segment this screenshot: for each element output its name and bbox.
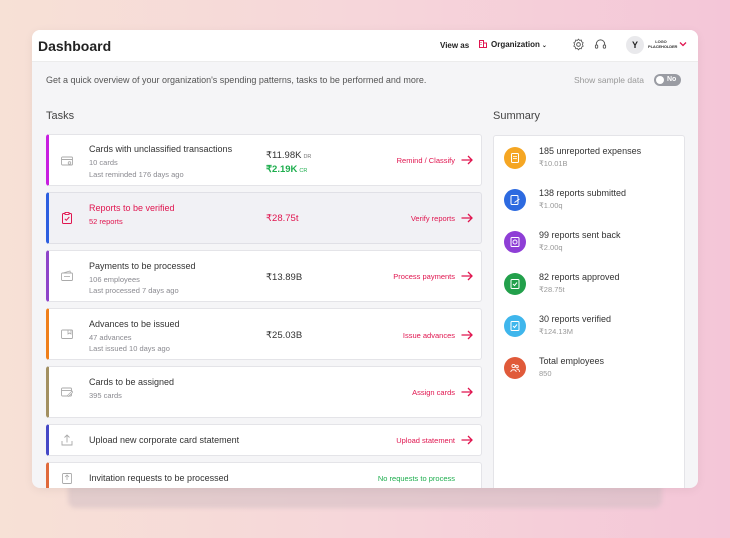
task-amount-credit-suffix: CR bbox=[299, 168, 308, 174]
task-last-activity: Last reminded 176 days ago bbox=[89, 170, 184, 179]
summary-reports-verified[interactable]: 30 reports verified ₹124.13M bbox=[504, 314, 684, 344]
headset-icon[interactable] bbox=[594, 38, 607, 51]
summary-value: ₹10.01B bbox=[539, 159, 568, 168]
task-count: 10 cards bbox=[89, 158, 118, 167]
summary-value: ₹124.13M bbox=[539, 327, 573, 336]
report-back-icon bbox=[504, 231, 526, 253]
summary-label: Total employees bbox=[539, 356, 605, 366]
organization-select[interactable]: Organization ⌄ bbox=[491, 40, 547, 49]
chevron-down-icon: ⌄ bbox=[541, 43, 547, 49]
logo: LOGO PLACEHOLDER bbox=[648, 39, 678, 51]
clipboard-check-icon bbox=[62, 212, 72, 224]
task-title: Cards to be assigned bbox=[89, 377, 175, 387]
summary-value: ₹2.00q bbox=[539, 243, 563, 252]
task-unclassified-transactions[interactable]: Cards with unclassified transactions 10 … bbox=[46, 134, 482, 186]
task-last-activity: Last processed 7 days ago bbox=[89, 286, 179, 295]
arrow-right-icon[interactable] bbox=[461, 435, 473, 445]
organization-icon bbox=[479, 40, 487, 48]
sample-data-label: Show sample data bbox=[574, 75, 644, 85]
remind-classify-link[interactable]: Remind / Classify bbox=[397, 156, 455, 165]
arrow-right-icon[interactable] bbox=[461, 387, 473, 397]
task-title: Advances to be issued bbox=[89, 319, 180, 329]
summary-title: Summary bbox=[493, 110, 541, 122]
wallet-icon bbox=[61, 270, 73, 281]
task-title: Reports to be verified bbox=[89, 203, 175, 213]
summary-unreported-expenses[interactable]: 185 unreported expenses ₹10.01B bbox=[504, 146, 684, 176]
gear-icon[interactable] bbox=[572, 38, 585, 51]
chevron-down-icon[interactable] bbox=[679, 40, 687, 48]
task-count: 47 advances bbox=[89, 333, 132, 342]
people-icon bbox=[504, 357, 526, 379]
summary-value: 850 bbox=[539, 369, 552, 378]
arrow-right-icon[interactable] bbox=[461, 155, 473, 165]
card-edit-icon bbox=[61, 387, 73, 397]
card-icon bbox=[61, 156, 73, 166]
task-count: 52 reports bbox=[89, 217, 123, 226]
assign-cards-link[interactable]: Assign cards bbox=[412, 388, 455, 397]
task-upload-card-statement[interactable]: Upload new corporate card statement Uplo… bbox=[46, 424, 482, 456]
avatar[interactable]: Y bbox=[626, 36, 644, 54]
task-title: Invitation requests to be processed bbox=[89, 473, 229, 483]
task-amount: ₹11.98K DR bbox=[266, 150, 311, 161]
arrow-right-icon[interactable] bbox=[461, 271, 473, 281]
summary-value: ₹28.75t bbox=[539, 285, 565, 294]
summary-label: 82 reports approved bbox=[539, 272, 620, 282]
task-count: 395 cards bbox=[89, 391, 122, 400]
task-reports-to-verify[interactable]: Reports to be verified 52 reports ₹28.75… bbox=[46, 192, 482, 244]
task-last-activity: Last issued 10 days ago bbox=[89, 344, 170, 353]
summary-reports-sent-back[interactable]: 99 reports sent back ₹2.00q bbox=[504, 230, 684, 260]
report-submit-icon bbox=[504, 189, 526, 211]
task-amount-suffix: DR bbox=[303, 154, 312, 160]
summary-total-employees[interactable]: Total employees 850 bbox=[504, 356, 684, 386]
advance-icon bbox=[61, 329, 73, 339]
view-as-label: View as bbox=[440, 41, 470, 50]
no-requests-status: No requests to process bbox=[377, 474, 455, 483]
report-verified-icon bbox=[504, 315, 526, 337]
task-count: 106 employees bbox=[89, 275, 140, 284]
sample-data-toggle[interactable]: No bbox=[654, 74, 681, 86]
app-window: Dashboard View as Organization ⌄ Y LOGO P… bbox=[32, 30, 698, 488]
upload-icon bbox=[61, 434, 73, 446]
task-title: Payments to be processed bbox=[89, 261, 196, 271]
tasks-title: Tasks bbox=[46, 110, 75, 122]
task-invitation-requests[interactable]: Invitation requests to be processed No r… bbox=[46, 462, 482, 488]
summary-value: ₹1.00q bbox=[539, 201, 563, 210]
task-title: Cards with unclassified transactions bbox=[89, 144, 233, 154]
organization-select-value: Organization bbox=[491, 40, 540, 49]
task-cards-to-assign[interactable]: Cards to be assigned 395 cards Assign ca… bbox=[46, 366, 482, 418]
task-amount: ₹25.03B bbox=[266, 330, 303, 341]
report-approved-icon bbox=[504, 273, 526, 295]
task-payments-to-process[interactable]: Payments to be processed 106 employees L… bbox=[46, 250, 482, 302]
task-amount-credit: ₹2.19K CR bbox=[266, 164, 307, 175]
summary-reports-submitted[interactable]: 138 reports submitted ₹1.00q bbox=[504, 188, 684, 218]
summary-panel: 185 unreported expenses ₹10.01B 138 repo… bbox=[493, 135, 685, 488]
logo-text-bottom: PLACEHOLDER bbox=[648, 44, 678, 49]
summary-label: 99 reports sent back bbox=[539, 230, 621, 240]
task-amount: ₹13.89B bbox=[266, 272, 303, 283]
task-amount: ₹28.75t bbox=[266, 213, 299, 224]
process-payments-link[interactable]: Process payments bbox=[393, 272, 455, 281]
arrow-right-icon[interactable] bbox=[461, 330, 473, 340]
task-advances-to-issue[interactable]: Advances to be issued 47 advances Last i… bbox=[46, 308, 482, 360]
arrow-right-icon[interactable] bbox=[461, 213, 473, 223]
toggle-knob bbox=[656, 76, 664, 84]
task-amount-credit-value: ₹2.19K bbox=[266, 164, 298, 175]
dashboard-subtitle: Get a quick overview of your organizatio… bbox=[46, 75, 427, 85]
invite-icon bbox=[62, 473, 72, 484]
toggle-text: No bbox=[667, 76, 677, 83]
summary-reports-approved[interactable]: 82 reports approved ₹28.75t bbox=[504, 272, 684, 302]
summary-label: 138 reports submitted bbox=[539, 188, 627, 198]
upload-statement-link[interactable]: Upload statement bbox=[396, 436, 455, 445]
page-title: Dashboard bbox=[38, 38, 112, 54]
task-title: Upload new corporate card statement bbox=[89, 435, 240, 445]
verify-reports-link[interactable]: Verify reports bbox=[411, 214, 455, 223]
summary-label: 185 unreported expenses bbox=[539, 146, 642, 156]
top-bar: Dashboard View as Organization ⌄ Y LOGO P… bbox=[32, 30, 698, 62]
issue-advances-link[interactable]: Issue advances bbox=[403, 331, 455, 340]
receipt-icon bbox=[504, 147, 526, 169]
summary-label: 30 reports verified bbox=[539, 314, 612, 324]
task-amount-value: ₹11.98K bbox=[266, 150, 302, 161]
